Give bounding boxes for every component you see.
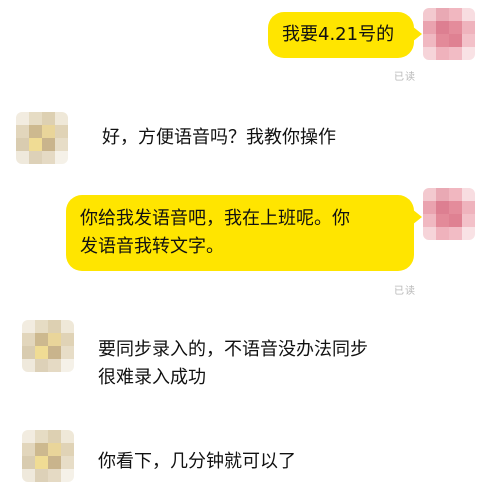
message-text-2: 好，方便语音吗？我教你操作	[102, 127, 336, 148]
other-avatar-icon[interactable]	[16, 112, 68, 164]
message-bubble-5[interactable]: 你看下，几分钟就可以了	[86, 446, 386, 482]
other-avatar-icon-2[interactable]	[22, 320, 74, 372]
message-bubble-2[interactable]: 好，方便语音吗？我教你操作	[90, 120, 390, 156]
message-bubble-3[interactable]: 你给我发语音吧，我在上班呢。你 发语音我转文字。	[66, 195, 422, 271]
my-avatar-icon-2[interactable]	[423, 188, 475, 240]
other-avatar-icon-3[interactable]	[22, 430, 74, 482]
read-status-3: 已读	[394, 286, 416, 297]
message-text-5: 你看下，几分钟就可以了	[98, 451, 296, 472]
message-text-1: 我要4.21号的	[282, 24, 395, 45]
message-bubble-4[interactable]: 要同步录入的，不语音没办法同步 很难录入成功	[86, 334, 426, 394]
chat-window: 我要4.21号的 已读 好，方便语音吗？我教你操作 你给我发语音吧，我在上班呢。…	[0, 0, 493, 500]
message-text-4-line-1: 要同步录入的，不语音没办法同步	[98, 339, 368, 360]
read-status-1: 已读	[394, 72, 416, 83]
message-bubble-1[interactable]: 我要4.21号的	[268, 12, 422, 58]
message-text-3-line-2: 发语音我转文字。	[80, 236, 224, 257]
message-text-4-line-2: 很难录入成功	[98, 367, 206, 388]
my-avatar-icon[interactable]	[423, 8, 475, 60]
message-text-3-line-1: 你给我发语音吧，我在上班呢。你	[80, 208, 350, 229]
